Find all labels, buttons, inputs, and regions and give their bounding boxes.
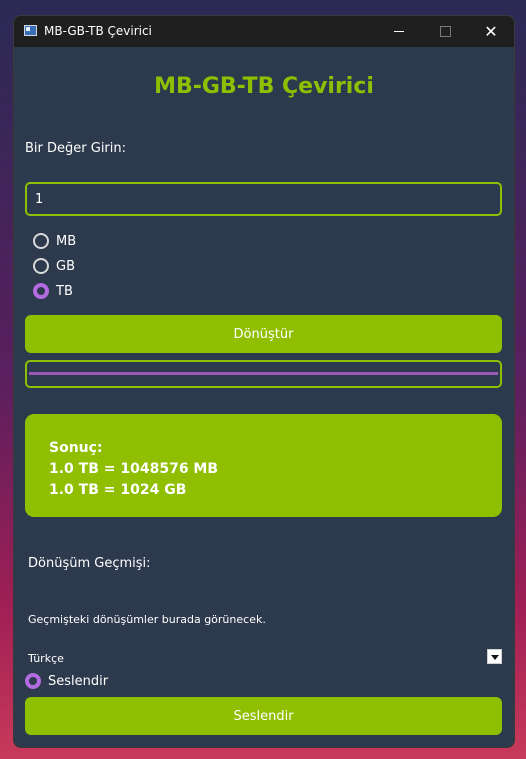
speak-button[interactable]: Seslendir	[25, 697, 502, 735]
value-prompt-label: Bir Değer Girin:	[25, 141, 127, 156]
unit-radio-label: MB	[56, 233, 77, 249]
window-title: MB-GB-TB Çevirici	[44, 24, 152, 38]
convert-button[interactable]: Dönüştür	[25, 315, 502, 353]
history-title: Dönüşüm Geçmişi:	[28, 556, 151, 571]
close-icon: ✕	[484, 22, 498, 41]
unit-radio-label: TB	[56, 283, 73, 299]
value-input[interactable]	[25, 182, 502, 216]
minimize-button[interactable]	[376, 16, 422, 47]
speak-radio-label: Seslendir	[48, 673, 109, 689]
dropdown-arrow-icon[interactable]	[487, 649, 502, 664]
unit-radio-tb[interactable]: TB	[33, 283, 73, 299]
radio-circle-icon	[33, 233, 49, 249]
speak-radio[interactable]: Seslendir	[25, 673, 108, 689]
history-empty-text: Geçmişteki dönüşümler burada görünecek.	[28, 613, 266, 626]
result-line-gb: 1.0 TB = 1024 GB	[49, 482, 187, 498]
result-line-mb: 1.0 TB = 1048576 MB	[49, 461, 219, 477]
title-bar[interactable]: MB-GB-TB Çevirici ✕	[14, 16, 514, 47]
progress-fill	[29, 372, 498, 375]
minimize-icon	[394, 31, 404, 32]
radio-circle-icon	[33, 258, 49, 274]
page-title: MB-GB-TB Çevirici	[154, 74, 374, 99]
unit-radio-mb[interactable]: MB	[33, 233, 76, 249]
result-panel: Sonuç: 1.0 TB = 1048576 MB 1.0 TB = 1024…	[25, 414, 502, 517]
unit-radio-label: GB	[56, 258, 75, 274]
close-button[interactable]: ✕	[468, 16, 514, 47]
maximize-icon	[439, 26, 451, 37]
radio-checked-icon	[33, 283, 49, 299]
maximize-button[interactable]	[422, 16, 468, 47]
app-icon	[24, 25, 37, 36]
unit-radio-gb[interactable]: GB	[33, 258, 75, 274]
app-window: MB-GB-TB Çevirici ✕ MB-GB-TB Çevirici Bi…	[13, 15, 515, 748]
radio-checked-icon	[25, 673, 41, 689]
progress-bar	[25, 360, 502, 388]
result-title: Sonuç:	[49, 440, 103, 456]
language-select-value[interactable]: Türkçe	[28, 652, 64, 665]
